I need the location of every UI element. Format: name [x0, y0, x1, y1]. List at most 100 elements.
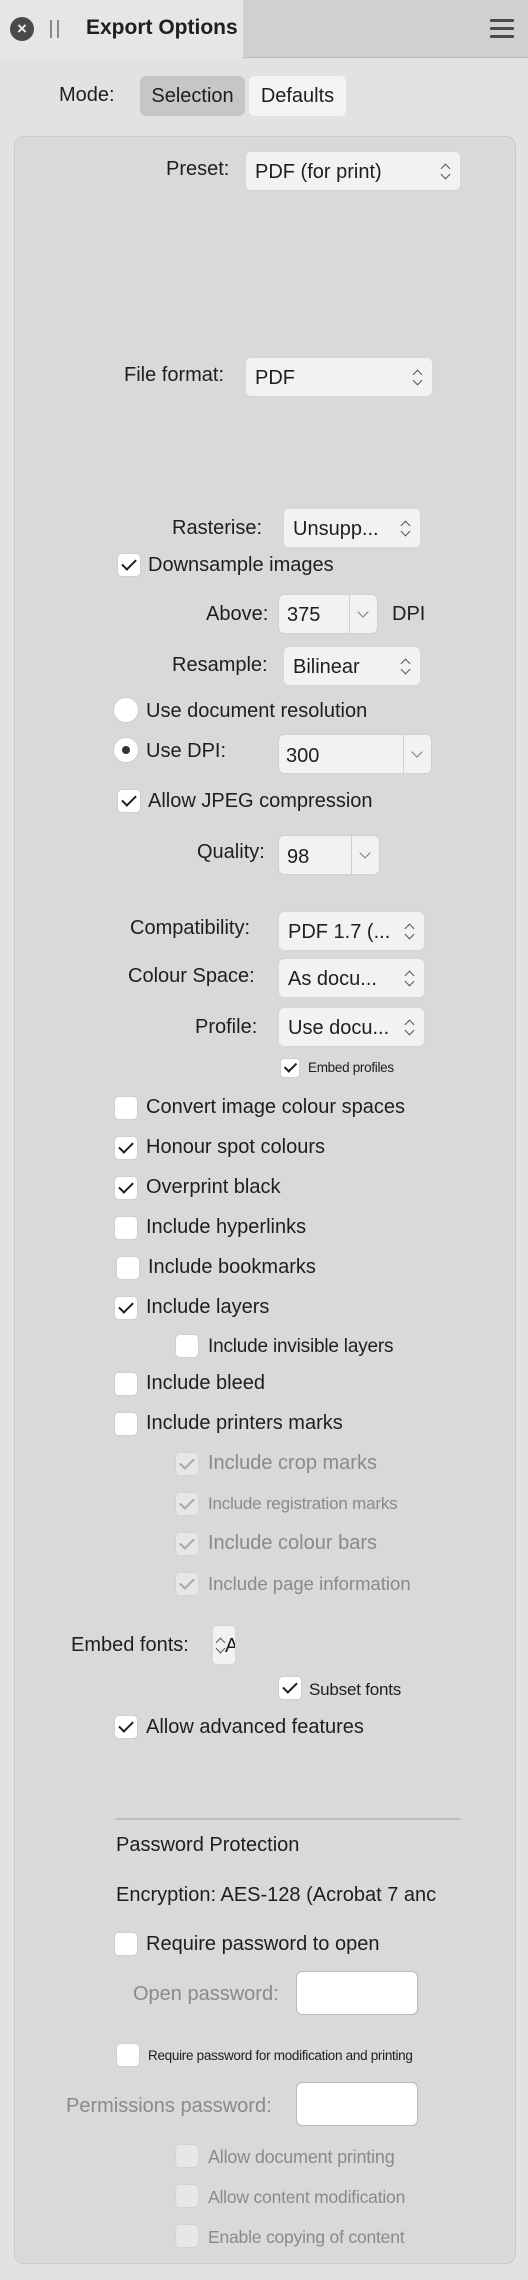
- use-document-resolution-radio[interactable]: [113, 697, 139, 723]
- rasterise-label: Rasterise:: [172, 517, 263, 539]
- option-label: Include crop marks: [208, 1452, 377, 1474]
- honour-spot-colours-checkbox[interactable]: [114, 1136, 138, 1160]
- require-password-modification-checkbox[interactable]: [116, 2043, 140, 2067]
- use-dpi-label: Use DPI:: [146, 740, 227, 762]
- downsample-label: Downsample images: [148, 554, 334, 576]
- perm-option-label: Allow document printing: [208, 2147, 395, 2167]
- include-hyperlinks-checkbox[interactable]: [114, 1216, 138, 1240]
- encryption-text: Encryption: AES-128 (Acrobat 7 anc: [116, 1884, 437, 1906]
- updown-icon: [404, 922, 416, 942]
- panel-tab[interactable]: × Export Options: [0, 0, 243, 58]
- updown-icon: [404, 1018, 416, 1038]
- perm-option-label: Enable copying of content: [208, 2227, 405, 2247]
- allow-advanced-features-checkbox[interactable]: [114, 1715, 138, 1739]
- radio-selected-dot: [122, 746, 130, 754]
- dpi-value: 300: [286, 745, 320, 767]
- file-format-value: PDF: [255, 367, 295, 389]
- option-label: Include bookmarks: [148, 1256, 316, 1278]
- updown-icon: [404, 969, 416, 989]
- file-format-label: File format:: [124, 364, 225, 386]
- rasterise-value: Unsupp...: [293, 518, 379, 540]
- chevron-down-icon[interactable]: [351, 836, 379, 874]
- hamburger-menu-icon[interactable]: [490, 19, 514, 39]
- mode-selection-button[interactable]: Selection: [140, 76, 245, 116]
- above-dpi-combo[interactable]: 375: [278, 594, 378, 634]
- embed-profiles-label: Embed profiles: [308, 1060, 394, 1075]
- checkmark-icon: [121, 555, 137, 571]
- option-label: Overprint black: [146, 1176, 281, 1198]
- include-crop-marks-checkbox[interactable]: [175, 1452, 199, 1476]
- open-password-input[interactable]: [296, 1971, 418, 2015]
- dpi-unit-label: DPI: [392, 603, 426, 625]
- resample-value: Bilinear: [293, 656, 360, 678]
- use-dpi-radio[interactable]: [113, 737, 139, 763]
- colour-space-value: As docu...: [288, 968, 377, 990]
- dpi-value-combo[interactable]: 300: [278, 734, 432, 774]
- compatibility-dropdown[interactable]: PDF 1.7 (...: [278, 911, 425, 951]
- checkmark-icon: [118, 1298, 134, 1314]
- include-printers-marks-checkbox[interactable]: [114, 1412, 138, 1436]
- above-value: 375: [287, 604, 321, 626]
- option-label: Honour spot colours: [146, 1136, 325, 1158]
- above-label: Above:: [206, 603, 269, 625]
- quality-combo[interactable]: 98: [278, 835, 380, 875]
- resample-dropdown[interactable]: Bilinear: [283, 646, 421, 686]
- checkmark-icon: [179, 1494, 195, 1510]
- subset-fonts-label: Subset fonts: [309, 1680, 402, 1699]
- permissions-password-input[interactable]: [296, 2082, 418, 2126]
- include-bleed-checkbox[interactable]: [114, 1372, 138, 1396]
- profile-dropdown[interactable]: Use docu...: [278, 1007, 425, 1047]
- jpeg-compression-checkbox[interactable]: [117, 789, 141, 813]
- updown-icon: [412, 368, 424, 388]
- rasterise-dropdown[interactable]: Unsupp...: [283, 508, 421, 548]
- chevron-down-icon[interactable]: [403, 735, 431, 773]
- subset-fonts-checkbox[interactable]: [278, 1676, 302, 1700]
- grip-icon[interactable]: [50, 20, 60, 38]
- updown-icon: [440, 162, 452, 182]
- colour-space-label: Colour Space:: [128, 965, 255, 987]
- embed-fonts-dropdown[interactable]: Al: [212, 1625, 236, 1665]
- open-password-label: Open password:: [133, 1983, 279, 2005]
- compatibility-label: Compatibility:: [130, 917, 251, 939]
- checkmark-icon: [282, 1678, 298, 1694]
- convert-image-colour-spaces-checkbox[interactable]: [114, 1096, 138, 1120]
- option-label: Convert image colour spaces: [146, 1096, 406, 1118]
- file-format-dropdown[interactable]: PDF: [245, 357, 433, 397]
- preset-label: Preset:: [166, 158, 230, 180]
- perm-option-label: Allow content modification: [208, 2187, 406, 2207]
- include-bookmarks-checkbox[interactable]: [116, 1256, 140, 1280]
- mode-label: Mode:: [59, 84, 115, 106]
- require-password-to-open-label: Require password to open: [146, 1933, 380, 1955]
- include-layers-checkbox[interactable]: [114, 1296, 138, 1320]
- preset-dropdown[interactable]: PDF (for print): [245, 151, 461, 191]
- require-password-to-open-checkbox[interactable]: [114, 1932, 138, 1956]
- option-label: Include registration marks: [208, 1494, 398, 1513]
- option-label: Include invisible layers: [208, 1336, 394, 1357]
- option-label: Include page information: [208, 1573, 411, 1594]
- downsample-checkbox[interactable]: [117, 553, 141, 577]
- checkmark-icon: [179, 1534, 195, 1550]
- require-password-modification-label: Require password for modification and pr…: [148, 2048, 413, 2063]
- include-invisible-layers-checkbox[interactable]: [175, 1334, 199, 1358]
- checkmark-icon: [118, 1178, 134, 1194]
- quality-value: 98: [287, 846, 310, 868]
- overprint-black-checkbox[interactable]: [114, 1176, 138, 1200]
- embed-profiles-checkbox[interactable]: [280, 1058, 300, 1078]
- include-page-information-checkbox[interactable]: [175, 1572, 199, 1596]
- quality-label: Quality:: [197, 841, 265, 863]
- checkmark-icon: [118, 1138, 134, 1154]
- colour-space-dropdown[interactable]: As docu...: [278, 958, 425, 998]
- password-protection-heading: Password Protection: [116, 1834, 300, 1856]
- include-colour-bars-checkbox[interactable]: [175, 1532, 199, 1556]
- include-registration-marks-checkbox[interactable]: [175, 1492, 199, 1516]
- updown-icon: [400, 519, 412, 539]
- allow-content-modification-checkbox[interactable]: [175, 2184, 199, 2208]
- close-icon[interactable]: ×: [10, 17, 34, 41]
- enable-copying-checkbox[interactable]: [175, 2224, 199, 2248]
- chevron-down-icon[interactable]: [349, 595, 377, 633]
- updown-icon: [400, 657, 412, 677]
- checkmark-icon: [118, 1717, 134, 1733]
- mode-defaults-button[interactable]: Defaults: [249, 76, 346, 116]
- allow-document-printing-checkbox[interactable]: [175, 2144, 199, 2168]
- panel-title-bar: × Export Options: [0, 0, 528, 58]
